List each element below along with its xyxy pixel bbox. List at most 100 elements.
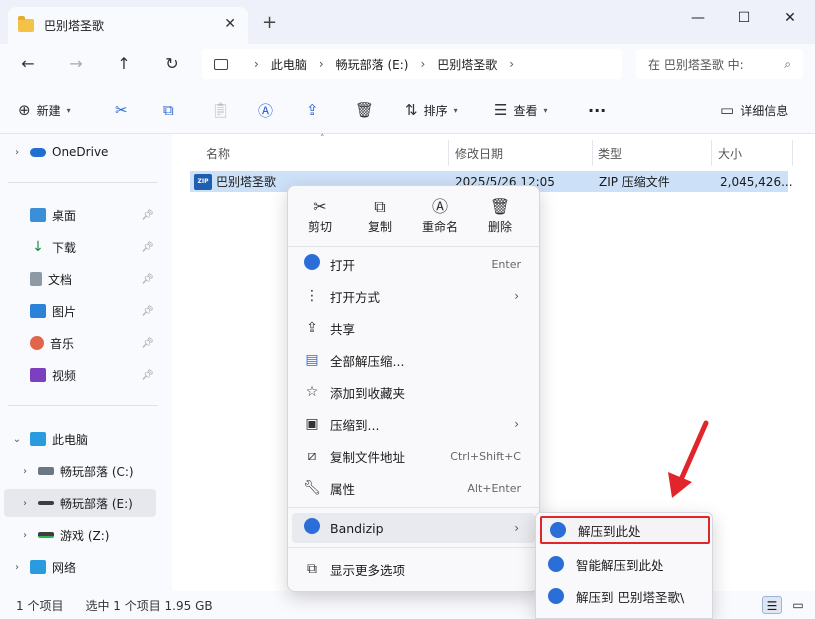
chevron-down-icon: ⌄ [12, 433, 22, 445]
address-bar[interactable]: › 此电脑 › 畅玩部落 (E:) › 巴别塔圣歌 › [202, 49, 622, 79]
bandizip-icon [548, 588, 564, 604]
column-header-size[interactable]: 大小 [718, 140, 742, 166]
sidebar-item-documents[interactable]: 文档 📌︎ [4, 265, 156, 293]
submenu-label: 智能解压到此处 [576, 557, 664, 573]
sidebar-item-pictures[interactable]: 图片 📌︎ [4, 297, 156, 325]
menu-item-properties[interactable]: 🔧︎ 属性 Alt+Enter [292, 473, 535, 503]
network-icon [30, 560, 46, 574]
column-divider[interactable] [711, 140, 712, 166]
forward-button[interactable]: → [65, 53, 87, 75]
menu-divider [288, 507, 539, 508]
submenu-item-smart-extract[interactable]: 智能解压到此处 [540, 550, 710, 578]
pin-icon: 📌︎ [141, 369, 154, 381]
pictures-icon [30, 304, 46, 318]
menu-item-compress-to[interactable]: ▣ 压缩到... › [292, 409, 535, 439]
sidebar-item-drive-z[interactable]: › 游戏 (Z:) [4, 521, 156, 549]
tab-current[interactable]: 巴别塔圣歌 ✕ [8, 7, 248, 44]
maximize-button[interactable]: ☐ [734, 8, 754, 28]
rename-action[interactable]: Ⓐ 重命名 [414, 196, 466, 242]
desktop-icon [30, 208, 46, 222]
sort-button[interactable]: ⇅ 排序 ▾ [405, 99, 458, 121]
sidebar-label: OneDrive [52, 145, 109, 159]
breadcrumb-this-pc[interactable]: 此电脑 [271, 56, 307, 73]
chevron-right-icon: › [514, 417, 519, 431]
paste-icon: 📋︎ [211, 101, 231, 119]
menu-item-open[interactable]: 打开 Enter [292, 249, 535, 279]
sidebar-item-this-pc[interactable]: ⌄ 此电脑 [4, 425, 156, 453]
submenu-item-extract-to-folder[interactable]: 解压到 巴别塔圣歌\ [540, 582, 710, 610]
sidebar-item-downloads[interactable]: ↓ 下载 📌︎ [4, 233, 156, 261]
sidebar-item-onedrive[interactable]: › OneDrive [4, 138, 156, 166]
refresh-button[interactable]: ↻ [161, 53, 183, 75]
search-input[interactable]: 在 巴别塔圣歌 中: ⌕ [636, 49, 803, 79]
sidebar-item-network[interactable]: › 网络 [4, 553, 156, 581]
bandizip-submenu: 解压到此处 智能解压到此处 解压到 巴别塔圣歌\ [535, 512, 713, 619]
file-name: 巴别塔圣歌 [216, 175, 277, 189]
sidebar-item-drive-c[interactable]: › 畅玩部落 (C:) [4, 457, 156, 485]
rename-icon: Ⓐ [258, 101, 274, 120]
close-window-button[interactable]: ✕ [780, 8, 800, 28]
bandizip-icon [304, 518, 320, 534]
minimize-button[interactable]: — [688, 8, 708, 28]
trash-icon: 🗑︎ [355, 101, 375, 119]
column-header-type[interactable]: 类型 [598, 140, 622, 166]
tiles-view-button[interactable]: ▭ [788, 596, 808, 614]
column-divider[interactable] [792, 140, 793, 166]
chevron-right-icon: › [15, 561, 19, 573]
submenu-label: 解压到此处 [578, 523, 641, 539]
copy-path-icon: ⧄ [307, 448, 317, 464]
menu-label: Bandizip [330, 520, 384, 536]
up-button[interactable]: ↑ [113, 53, 135, 75]
chevron-right-icon: › [318, 57, 324, 71]
sidebar-item-videos[interactable]: 视频 📌︎ [4, 361, 156, 389]
back-button[interactable]: ← [17, 53, 39, 75]
rename-label: 重命名 [421, 220, 458, 234]
share-button[interactable]: ⇪ [306, 99, 325, 121]
delete-label: 删除 [487, 220, 512, 234]
column-header-name[interactable]: 名称 [206, 140, 230, 166]
details-view-button[interactable]: ☰ [762, 596, 782, 614]
menu-item-show-more[interactable]: ⧉ 显示更多选项 [292, 554, 535, 584]
copy-button[interactable]: ⧉ [163, 99, 180, 121]
chevron-right-icon: › [420, 57, 426, 71]
delete-action[interactable]: 🗑︎ 删除 [474, 196, 526, 242]
sidebar-label: 桌面 [52, 208, 77, 223]
delete-button[interactable]: 🗑︎ [355, 99, 380, 121]
menu-item-open-with[interactable]: ⋮ 打开方式 › [292, 281, 535, 311]
more-options-button[interactable]: ··· [588, 99, 606, 121]
open-with-icon: ⋮ [305, 288, 319, 304]
new-tab-button[interactable]: + [262, 12, 277, 33]
cut-action[interactable]: ✂ 剪切 [294, 196, 346, 242]
tab-title: 巴别塔圣歌 [44, 19, 105, 33]
column-header-date[interactable]: 修改日期 [455, 140, 503, 166]
bandizip-icon [548, 556, 564, 572]
new-button[interactable]: ⊕ 新建 ▾ [18, 99, 71, 121]
submenu-item-extract-here[interactable]: 解压到此处 [540, 516, 710, 544]
copy-action[interactable]: ⧉ 复制 [354, 196, 406, 242]
view-button[interactable]: ☰ 查看 ▾ [494, 99, 547, 121]
menu-item-copy-path[interactable]: ⧄ 复制文件地址 Ctrl+Shift+C [292, 441, 535, 471]
rename-button[interactable]: Ⓐ [258, 99, 279, 121]
chevron-down-icon: ▾ [66, 105, 71, 115]
search-placeholder: 在 巴别塔圣歌 中: [648, 57, 744, 72]
sidebar-label: 音乐 [50, 336, 75, 351]
sidebar-item-desktop[interactable]: 桌面 📌︎ [4, 201, 156, 229]
menu-item-bandizip[interactable]: Bandizip › [292, 513, 535, 543]
menu-label: 打开 [330, 257, 356, 273]
pin-icon: 📌︎ [141, 241, 154, 253]
sidebar-item-drive-e[interactable]: › 畅玩部落 (E:) [4, 489, 156, 517]
menu-item-add-favorites[interactable]: ☆ 添加到收藏夹 [292, 377, 535, 407]
column-divider[interactable] [592, 140, 593, 166]
menu-item-extract-all[interactable]: ▤ 全部解压缩... [292, 345, 535, 375]
paste-button[interactable]: 📋︎ [211, 99, 236, 121]
breadcrumb-folder[interactable]: 巴别塔圣歌 [437, 56, 497, 73]
details-button[interactable]: ▭ 详细信息 [720, 99, 788, 121]
menu-label: 添加到收藏夹 [330, 385, 406, 401]
selection-info: 选中 1 个项目 1.95 GB [85, 598, 213, 613]
sidebar-item-music[interactable]: 音乐 📌︎ [4, 329, 156, 357]
breadcrumb-drive-e[interactable]: 畅玩部落 (E:) [336, 56, 409, 73]
column-divider[interactable] [448, 140, 449, 166]
menu-item-share[interactable]: ⇪ 共享 [292, 313, 535, 343]
cut-button[interactable]: ✂ [115, 99, 134, 121]
close-tab-icon[interactable]: ✕ [224, 16, 236, 32]
